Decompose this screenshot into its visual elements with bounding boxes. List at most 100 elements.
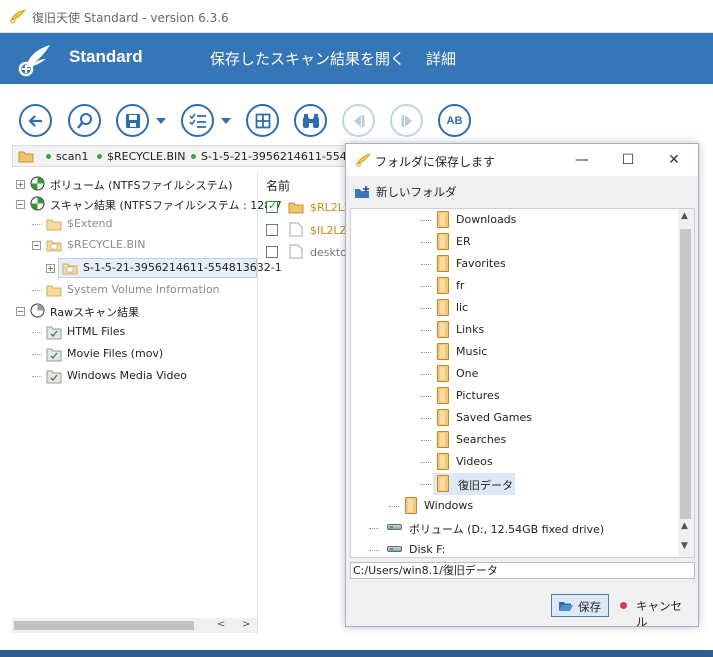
scroll-left-icon[interactable]: < xyxy=(217,619,225,630)
folder-item[interactable]: lic xyxy=(351,297,679,319)
folder-item-selected[interactable]: 復旧データ xyxy=(351,473,679,495)
tree-item-selected[interactable]: + S-1-5-21-3956214611-554813632-1 xyxy=(12,258,282,278)
open-saved-scan-menu[interactable]: 保存したスキャン結果を開く xyxy=(210,48,405,69)
expand-icon[interactable]: + xyxy=(46,264,55,273)
folder-item[interactable]: Pictures xyxy=(351,385,679,407)
file-type-icon xyxy=(46,326,62,340)
folder-item[interactable]: Music xyxy=(351,341,679,363)
back-button[interactable] xyxy=(19,104,52,137)
text-search-button[interactable]: AB xyxy=(438,104,471,137)
list-item[interactable]: desktop xyxy=(266,243,354,263)
crumb-separator-icon xyxy=(191,154,196,159)
folder-label: Links xyxy=(456,323,485,336)
folder-icon xyxy=(405,497,417,514)
save-dropdown-arrow[interactable] xyxy=(156,118,166,124)
magnifier-icon xyxy=(76,112,92,129)
folder-item[interactable]: Favorites xyxy=(351,253,679,275)
tree-item[interactable]: − $RECYCLE.BIN xyxy=(12,235,257,255)
checklist-button[interactable] xyxy=(181,104,214,137)
drive-item[interactable]: ボリューム (D:, 12.54GB fixed drive) xyxy=(351,517,679,539)
next-icon xyxy=(401,114,412,127)
app-logo-icon xyxy=(10,9,26,24)
folder-item[interactable]: Searches xyxy=(351,429,679,451)
folder-tree-vertical-scrollbar[interactable]: ▲ ▲ ▼ xyxy=(678,209,694,557)
save-button[interactable] xyxy=(116,104,149,137)
scroll-up-icon[interactable]: ▲ xyxy=(681,521,688,531)
folder-label: Windows xyxy=(424,499,474,512)
folder-label: fr xyxy=(456,279,465,292)
list-item[interactable]: $RL2LZ xyxy=(266,198,351,218)
collapse-icon[interactable]: − xyxy=(16,307,25,316)
folder-icon xyxy=(437,453,449,470)
row-checkbox[interactable] xyxy=(266,199,278,213)
find-button[interactable] xyxy=(294,104,327,137)
next-button[interactable] xyxy=(390,104,423,137)
prev-button[interactable] xyxy=(342,104,375,137)
checklist-dropdown-arrow[interactable] xyxy=(221,118,231,124)
scroll-right-icon[interactable]: > xyxy=(242,619,250,630)
tree-item-label: Movie Files (mov) xyxy=(67,347,164,360)
scrollbar-thumb[interactable] xyxy=(14,621,194,630)
file-list: 名前 $RL2LZ $IL2LZ9 desktop xyxy=(258,172,354,634)
folder-item[interactable]: Downloads xyxy=(351,209,679,231)
name-column-header[interactable]: 名前 xyxy=(266,177,290,194)
collapse-icon[interactable]: − xyxy=(32,241,41,250)
collapse-icon[interactable]: − xyxy=(16,200,25,209)
folder-label: lic xyxy=(456,301,469,314)
save-button[interactable]: 保存 xyxy=(551,594,609,617)
search-button[interactable] xyxy=(68,104,101,137)
breadcrumb-item[interactable]: $RECYCLE.BIN xyxy=(107,150,185,163)
tree-item[interactable]: System Volume Information xyxy=(12,280,257,300)
folder-icon xyxy=(46,240,62,252)
tree-item[interactable]: − スキャン結果 (NTFSファイルシステム : 128.7 xyxy=(12,194,282,214)
grid-view-button[interactable] xyxy=(246,104,279,137)
folder-item[interactable]: fr xyxy=(351,275,679,297)
tree-item[interactable]: HTML Files xyxy=(12,322,257,342)
scrollbar-thumb[interactable] xyxy=(680,229,691,519)
folder-icon xyxy=(62,263,78,275)
file-icon xyxy=(289,222,303,237)
new-folder-label: 新しいフォルダ xyxy=(376,185,457,199)
app-header: Standard 保存したスキャン結果を開く 詳細 xyxy=(0,33,713,84)
close-icon[interactable]: ✕ xyxy=(664,150,684,170)
tree-item-label: Windows Media Video xyxy=(67,369,187,382)
app-titlebar: 復旧天使 Standard - version 6.3.6 xyxy=(0,0,713,33)
list-item[interactable]: $IL2LZ9 xyxy=(266,221,354,241)
folder-item[interactable]: Saved Games xyxy=(351,407,679,429)
tree-item[interactable]: $Extend xyxy=(12,214,257,234)
maximize-icon[interactable]: ☐ xyxy=(618,150,638,170)
details-menu[interactable]: 詳細 xyxy=(426,48,456,69)
folder-item[interactable]: Links xyxy=(351,319,679,341)
minimize-icon[interactable]: — xyxy=(572,150,592,170)
expand-icon[interactable]: + xyxy=(16,180,25,189)
row-checkbox[interactable] xyxy=(266,246,278,258)
folder-item[interactable]: One xyxy=(351,363,679,385)
scroll-down-icon[interactable]: ▼ xyxy=(681,541,688,551)
breadcrumb-item[interactable]: S-1-5-21-3956214611-554813 xyxy=(201,150,368,163)
folder-item[interactable]: Windows xyxy=(351,495,679,517)
folder-icon xyxy=(46,219,62,231)
folder-item[interactable]: ER xyxy=(351,231,679,253)
folder-icon xyxy=(437,387,449,404)
dialog-titlebar[interactable]: フォルダに保存します — ☐ ✕ xyxy=(346,144,698,176)
destination-path-field[interactable]: C:/Users/win8.1/復旧データ xyxy=(350,562,695,579)
folder-icon xyxy=(437,475,449,492)
drive-item[interactable]: Disk F: xyxy=(351,539,679,557)
tree-item[interactable]: + ボリューム (NTFSファイルシステム) xyxy=(12,174,257,194)
tree-horizontal-scrollbar[interactable]: < > xyxy=(12,618,257,633)
folder-icon xyxy=(437,431,449,448)
breadcrumb-item[interactable]: scan1 xyxy=(56,150,89,163)
cancel-button[interactable]: キャンセル xyxy=(616,594,690,629)
tree-item-label: $RECYCLE.BIN xyxy=(67,238,146,251)
scroll-up-icon[interactable]: ▲ xyxy=(681,211,688,221)
tree-item[interactable]: − Rawスキャン結果 xyxy=(12,301,257,321)
folder-icon xyxy=(18,151,34,163)
folder-item[interactable]: Videos xyxy=(351,451,679,473)
binoculars-icon xyxy=(302,113,319,128)
row-checkbox[interactable] xyxy=(266,224,278,236)
new-folder-icon xyxy=(355,186,369,198)
tree-item[interactable]: Movie Files (mov) xyxy=(12,344,257,364)
folder-label: Favorites xyxy=(456,257,506,270)
tree-item[interactable]: Windows Media Video xyxy=(12,366,257,386)
volume-icon xyxy=(30,196,45,211)
